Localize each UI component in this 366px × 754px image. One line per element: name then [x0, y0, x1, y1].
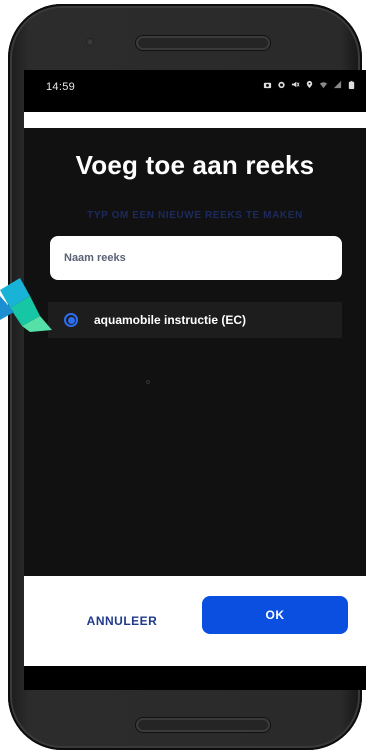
top-speaker	[136, 36, 270, 50]
dialog-footer: ANNULEER OK	[24, 576, 366, 666]
sheet-top-edge	[24, 112, 366, 128]
location-icon	[306, 80, 313, 89]
ok-button[interactable]: OK	[202, 596, 348, 634]
front-camera-icon	[86, 38, 94, 46]
phone-screen: 14:59 Voeg toe aan reeks TYP OM EEN NIEU…	[24, 70, 366, 690]
mute-icon	[291, 81, 300, 88]
loading-indicator	[146, 380, 150, 384]
bottom-speaker	[136, 718, 270, 732]
battery-icon	[348, 80, 355, 89]
new-series-hint: TYP OM EEN NIEUWE REEKS TE MAKEN	[87, 210, 303, 221]
add-to-series-dialog: Voeg toe aan reeks TYP OM EEN NIEUWE REE…	[24, 128, 366, 576]
series-name-input[interactable]	[50, 236, 342, 280]
camera-icon	[263, 82, 272, 89]
series-option-row[interactable]: aquamobile instructie (EC)	[48, 302, 342, 338]
brand-logo-icon	[0, 278, 52, 332]
dialog-title: Voeg toe aan reeks	[75, 150, 315, 180]
status-icons	[263, 80, 356, 89]
screen-bottom-area	[24, 666, 366, 690]
app-area: Voeg toe aan reeks TYP OM EEN NIEUWE REE…	[24, 112, 366, 690]
series-option-label: aquamobile instructie (EC)	[94, 313, 247, 327]
radio-selected-dot	[67, 316, 75, 324]
alarm-icon	[278, 81, 285, 89]
signal-icon	[333, 80, 342, 89]
status-bar: 14:59	[24, 70, 366, 110]
series-radio-button[interactable]	[64, 313, 78, 327]
cancel-button[interactable]: ANNULEER	[72, 606, 172, 636]
wifi-icon	[319, 82, 328, 89]
status-time: 14:59	[46, 81, 76, 93]
